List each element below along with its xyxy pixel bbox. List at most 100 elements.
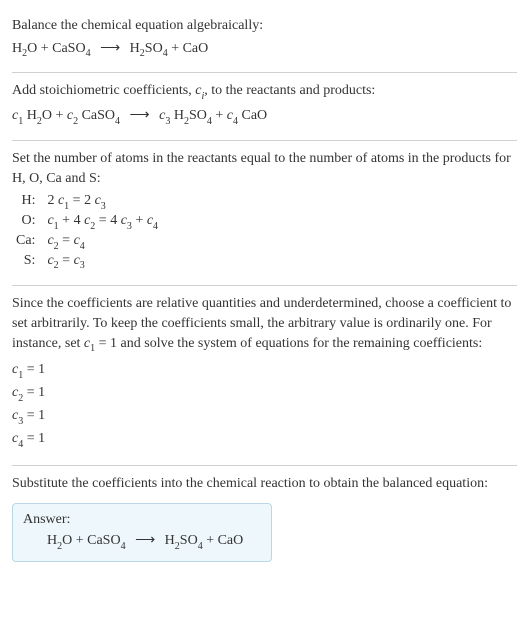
- eq-text: H: [130, 41, 140, 56]
- var-sub: 2: [18, 393, 23, 404]
- eq-sub: 4: [121, 541, 126, 552]
- element-label: Ca:: [12, 232, 43, 252]
- eq-text: +: [132, 213, 147, 228]
- var-sub: 4: [80, 241, 85, 252]
- eq-text: = 2: [69, 193, 94, 208]
- atom-row-h: H: 2 c1 = 2 c3: [12, 192, 162, 212]
- answer-label: Answer:: [23, 512, 261, 528]
- var-c: c: [47, 233, 53, 248]
- atom-row-s: S: c2 = c3: [12, 252, 162, 272]
- answer-box: Answer: H2O + CaSO4 ⟶ H2SO4 + CaO: [12, 503, 272, 562]
- unbalanced-equation: H2O + CaSO4 ⟶ H2SO4 + CaO: [12, 40, 517, 59]
- var-sub: 2: [73, 116, 78, 127]
- atom-equation: c2 = c4: [43, 232, 162, 252]
- arrow-icon: ⟶: [130, 108, 150, 123]
- eq-text: SO: [145, 41, 163, 56]
- eq-sub: 2: [184, 116, 189, 127]
- var-sub: 3: [80, 260, 85, 271]
- solve-title: Since the coefficients are relative quan…: [12, 294, 517, 355]
- eq-text: = 1: [23, 385, 45, 400]
- var-sub: 4: [153, 221, 158, 232]
- eq-text: = 1: [23, 431, 45, 446]
- var-sub: 3: [127, 221, 132, 232]
- arrow-icon: ⟶: [100, 41, 120, 56]
- var-sub: 1: [54, 221, 59, 232]
- eq-text: + CaO: [203, 533, 244, 548]
- title-text: = 1 and solve the system of equations fo…: [95, 336, 482, 351]
- coeff-title: Add stoichiometric coefficients, ci, to …: [12, 81, 517, 103]
- element-label: H:: [12, 192, 43, 212]
- var-sub: 2: [54, 260, 59, 271]
- eq-text: O + CaSO: [62, 533, 120, 548]
- eq-sub: 2: [140, 48, 145, 59]
- element-label: S:: [12, 252, 43, 272]
- var-sub: 1: [90, 343, 95, 354]
- problem-title: Balance the chemical equation algebraica…: [12, 16, 517, 36]
- eq-sub: 4: [207, 116, 212, 127]
- eq-text: 2: [47, 193, 58, 208]
- eq-text: = 4: [95, 213, 120, 228]
- atoms-title: Set the number of atoms in the reactants…: [12, 149, 517, 188]
- eq-sub: 4: [163, 48, 168, 59]
- var-sub: 2: [54, 241, 59, 252]
- eq-sub: 2: [22, 48, 27, 59]
- var-c: c: [74, 253, 80, 268]
- coeff-value: c3 = 1: [12, 405, 517, 428]
- var-sub: 3: [18, 416, 23, 427]
- section-problem: Balance the chemical equation algebraica…: [12, 8, 517, 72]
- eq-text: CaO: [238, 108, 267, 123]
- eq-text: H: [165, 533, 175, 548]
- coeff-equation: c1 H2O + c2 CaSO4 ⟶ c3 H2SO4 + c4 CaO: [12, 107, 517, 126]
- atom-equation: 2 c1 = 2 c3: [43, 192, 162, 212]
- var-sub: 3: [101, 201, 106, 212]
- atom-row-o: O: c1 + 4 c2 = 4 c3 + c4: [12, 212, 162, 232]
- coeff-value: c4 = 1: [12, 428, 517, 451]
- eq-text: H: [47, 533, 57, 548]
- section-atoms: Set the number of atoms in the reactants…: [12, 141, 517, 285]
- element-label: O:: [12, 212, 43, 232]
- eq-sub: 4: [86, 48, 91, 59]
- eq-sub: 2: [37, 116, 42, 127]
- eq-text: SO: [189, 108, 207, 123]
- eq-text: H: [170, 108, 184, 123]
- eq-sub: 2: [175, 541, 180, 552]
- var-sub: 1: [64, 201, 69, 212]
- eq-sub: 4: [198, 541, 203, 552]
- eq-text: O +: [42, 108, 67, 123]
- var-sub: 1: [18, 370, 23, 381]
- var-sub: 1: [18, 116, 23, 127]
- coeff-value: c2 = 1: [12, 382, 517, 405]
- eq-text: = 1: [23, 362, 45, 377]
- coeff-solutions: c1 = 1 c2 = 1 c3 = 1 c4 = 1: [12, 359, 517, 450]
- var-sub: i: [201, 91, 204, 102]
- atom-equation: c1 + 4 c2 = 4 c3 + c4: [43, 212, 162, 232]
- var-sub: 2: [90, 221, 95, 232]
- eq-sub: 4: [115, 116, 120, 127]
- section-coefficients: Add stoichiometric coefficients, ci, to …: [12, 73, 517, 140]
- eq-sub: 2: [57, 541, 62, 552]
- eq-text: O + CaSO: [27, 41, 85, 56]
- var-c: c: [74, 233, 80, 248]
- eq-text: + CaO: [168, 41, 209, 56]
- atoms-table: H: 2 c1 = 2 c3 O: c1 + 4 c2 = 4 c3 + c4 …: [12, 192, 162, 271]
- eq-text: =: [59, 233, 74, 248]
- var-sub: 4: [18, 439, 23, 450]
- eq-text: SO: [180, 533, 198, 548]
- var-c: c: [47, 253, 53, 268]
- var-sub: 4: [233, 116, 238, 127]
- atom-equation: c2 = c3: [43, 252, 162, 272]
- section-answer: Substitute the coefficients into the che…: [12, 466, 517, 576]
- eq-text: + 4: [59, 213, 84, 228]
- var-c: c: [121, 213, 127, 228]
- coeff-value: c1 = 1: [12, 359, 517, 382]
- var-c: c: [95, 193, 101, 208]
- eq-text: H: [23, 108, 37, 123]
- answer-title: Substitute the coefficients into the che…: [12, 474, 517, 494]
- eq-text: H: [12, 41, 22, 56]
- arrow-icon: ⟶: [135, 533, 155, 548]
- atom-row-ca: Ca: c2 = c4: [12, 232, 162, 252]
- eq-text: =: [59, 253, 74, 268]
- section-solve: Since the coefficients are relative quan…: [12, 286, 517, 464]
- title-text: Add stoichiometric coefficients,: [12, 83, 195, 98]
- balanced-equation: H2O + CaSO4 ⟶ H2SO4 + CaO: [23, 532, 261, 551]
